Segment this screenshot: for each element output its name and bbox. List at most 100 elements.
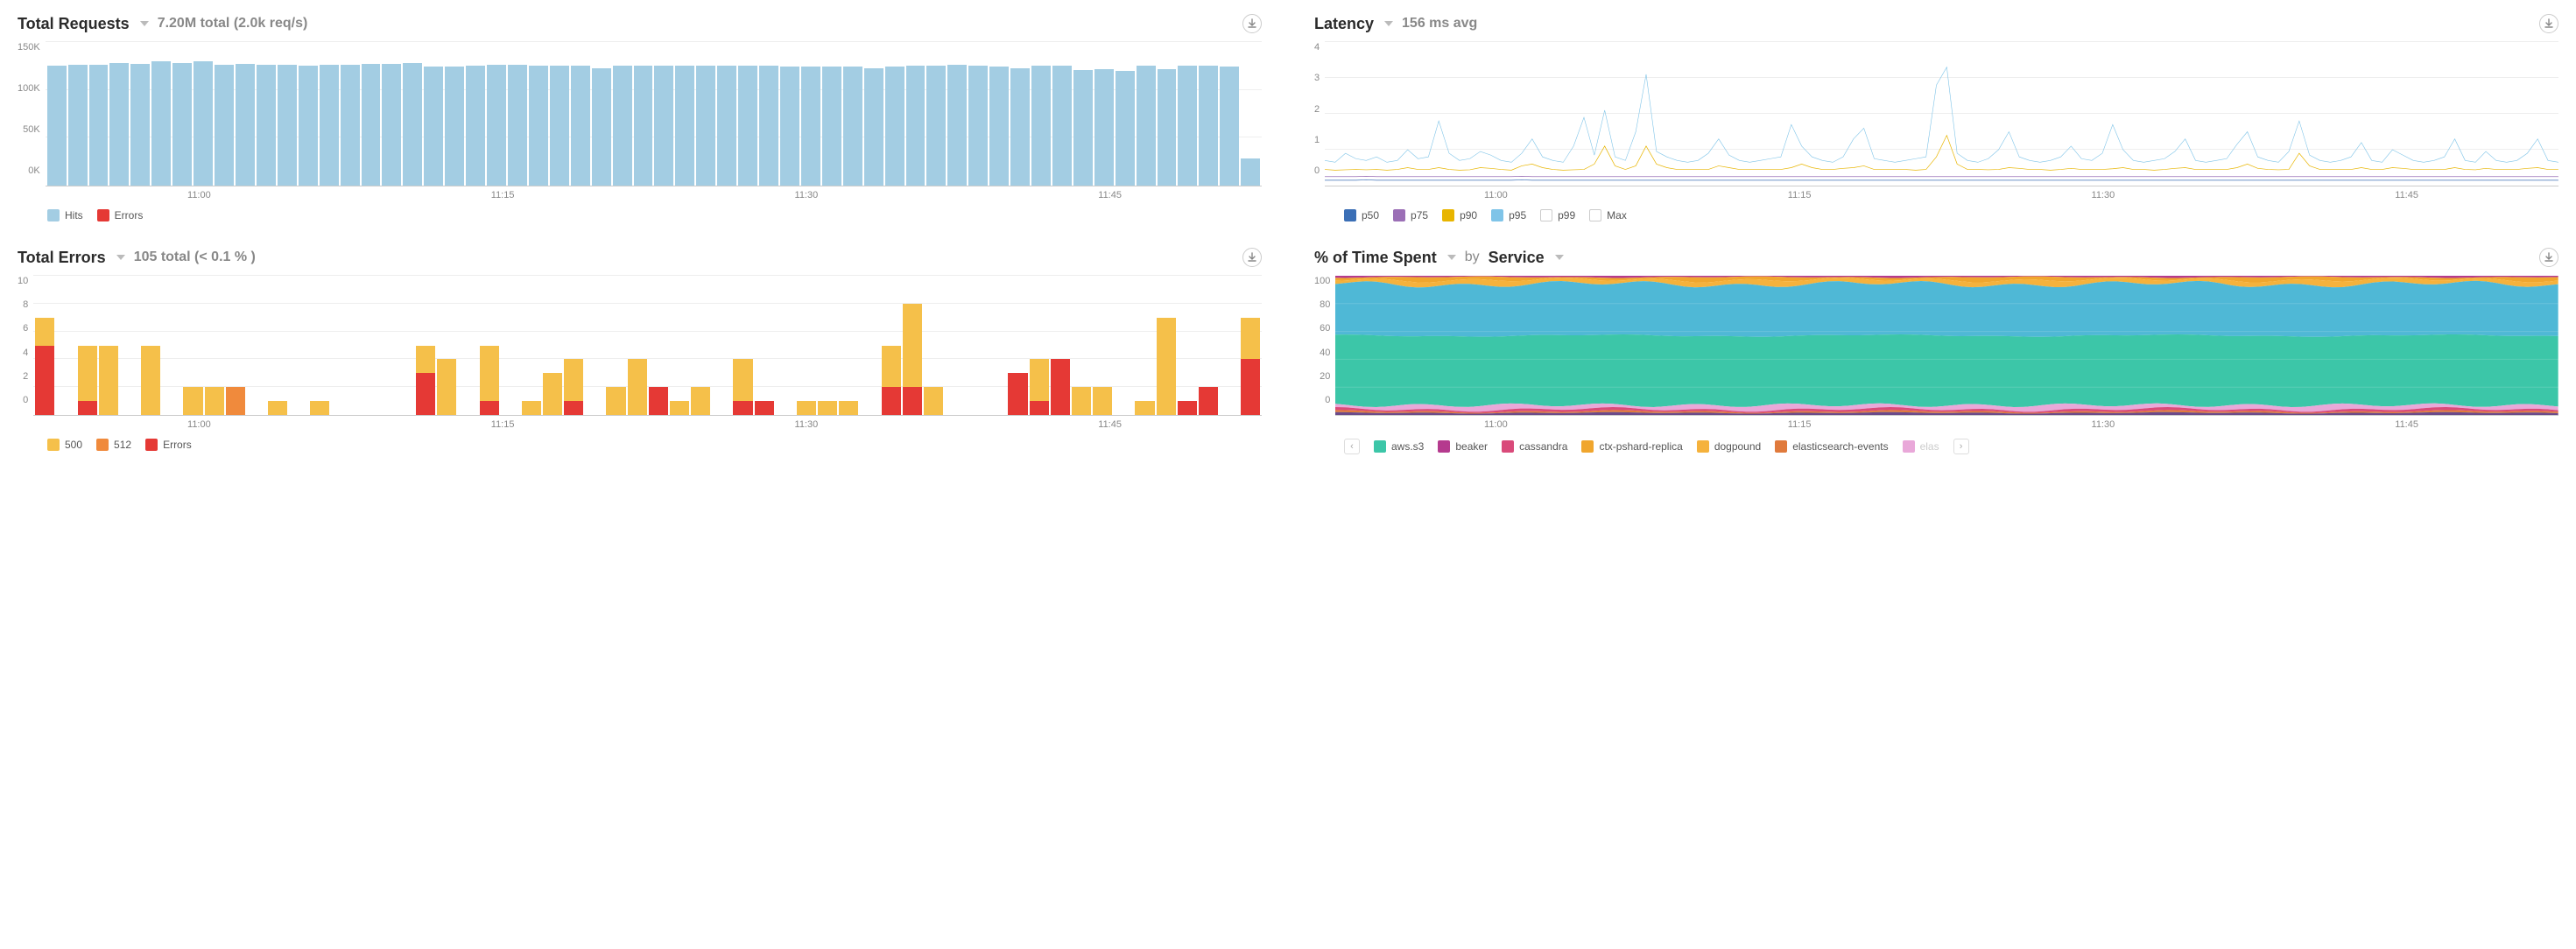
bar[interactable] [606, 276, 625, 415]
chevron-down-icon[interactable] [1384, 21, 1393, 26]
legend-item[interactable]: Errors [97, 209, 144, 221]
bar[interactable] [1073, 42, 1093, 186]
bar[interactable] [780, 42, 799, 186]
bar[interactable] [822, 42, 841, 186]
plot-area[interactable] [46, 42, 1262, 186]
bar[interactable] [78, 276, 97, 415]
bar[interactable] [543, 276, 562, 415]
bar[interactable] [1158, 42, 1177, 186]
bar[interactable] [99, 276, 118, 415]
legend-prev[interactable]: ‹ [1344, 439, 1360, 454]
bar[interactable] [395, 276, 414, 415]
bar[interactable] [1178, 276, 1197, 415]
bar[interactable] [733, 276, 752, 415]
legend-item[interactable]: aws.s3 [1374, 440, 1424, 453]
bar[interactable] [341, 42, 360, 186]
group-dropdown[interactable]: Service [1489, 249, 1545, 267]
download-button[interactable] [1242, 14, 1262, 33]
download-button[interactable] [2539, 248, 2558, 267]
panel-title[interactable]: Latency [1314, 15, 1374, 33]
bar[interactable] [1137, 42, 1156, 186]
bar[interactable] [215, 42, 234, 186]
bar[interactable] [205, 276, 224, 415]
bar[interactable] [236, 42, 255, 186]
legend-item[interactable]: elasticsearch-events [1775, 440, 1888, 453]
bar[interactable] [1220, 42, 1239, 186]
bar[interactable] [712, 276, 731, 415]
legend-item[interactable]: 512 [96, 439, 131, 451]
legend-item[interactable]: Hits [47, 209, 83, 221]
bar[interactable] [738, 42, 757, 186]
bar[interactable] [1010, 42, 1030, 186]
legend-item[interactable]: Max [1589, 209, 1627, 221]
bar[interactable] [1072, 276, 1091, 415]
bar[interactable] [947, 42, 967, 186]
bar[interactable] [1114, 276, 1133, 415]
bar[interactable] [1220, 276, 1239, 415]
bar[interactable] [120, 276, 139, 415]
bar[interactable] [885, 42, 904, 186]
bar[interactable] [843, 42, 862, 186]
bar[interactable] [247, 276, 266, 415]
bar[interactable] [1008, 276, 1027, 415]
legend-item[interactable]: p75 [1393, 209, 1428, 221]
plot-area[interactable] [1325, 42, 2558, 186]
bar[interactable] [194, 42, 213, 186]
bar[interactable] [289, 276, 308, 415]
bar[interactable] [353, 276, 372, 415]
bar[interactable] [550, 42, 569, 186]
bar[interactable] [571, 42, 590, 186]
bar[interactable] [1135, 276, 1154, 415]
bar[interactable] [1051, 276, 1070, 415]
bar[interactable] [268, 276, 287, 415]
bar[interactable] [926, 42, 946, 186]
bar[interactable] [226, 276, 245, 415]
legend-item[interactable]: beaker [1438, 440, 1488, 453]
bar[interactable] [691, 276, 710, 415]
bar[interactable] [1199, 276, 1218, 415]
legend-item[interactable]: cassandra [1502, 440, 1567, 453]
bar[interactable] [860, 276, 879, 415]
bar[interactable] [522, 276, 541, 415]
bar[interactable] [801, 42, 820, 186]
bar[interactable] [1178, 42, 1197, 186]
bar[interactable] [162, 276, 181, 415]
bar[interactable] [424, 42, 443, 186]
bar[interactable] [755, 276, 774, 415]
legend-item[interactable]: ctx-pshard-replica [1581, 440, 1682, 453]
bar[interactable] [592, 42, 611, 186]
bar[interactable] [501, 276, 520, 415]
download-button[interactable] [2539, 14, 2558, 33]
bar[interactable] [1116, 42, 1135, 186]
bar[interactable] [968, 42, 988, 186]
bar[interactable] [416, 276, 435, 415]
panel-title[interactable]: Total Errors [18, 249, 106, 267]
bar[interactable] [989, 42, 1009, 186]
bar[interactable] [35, 276, 54, 415]
bar[interactable] [864, 42, 883, 186]
bar[interactable] [1241, 42, 1260, 186]
bar[interactable] [839, 276, 858, 415]
bar[interactable] [56, 276, 75, 415]
bar[interactable] [717, 42, 736, 186]
bar[interactable] [508, 42, 527, 186]
bar[interactable] [634, 42, 653, 186]
legend-item[interactable]: elas [1903, 440, 1939, 453]
bar[interactable] [437, 276, 456, 415]
legend-item[interactable]: p50 [1344, 209, 1379, 221]
bar[interactable] [466, 42, 485, 186]
bar[interactable] [151, 42, 171, 186]
bar[interactable] [675, 42, 694, 186]
bar[interactable] [299, 42, 318, 186]
bar[interactable] [183, 276, 202, 415]
bar[interactable] [585, 276, 604, 415]
bar[interactable] [458, 276, 477, 415]
bar[interactable] [776, 276, 795, 415]
bar[interactable] [130, 42, 150, 186]
chevron-down-icon[interactable] [1447, 255, 1456, 260]
bar[interactable] [1199, 42, 1218, 186]
legend-item[interactable]: p90 [1442, 209, 1477, 221]
bar[interactable] [68, 42, 88, 186]
panel-title[interactable]: Total Requests [18, 15, 130, 33]
bar[interactable] [649, 276, 668, 415]
